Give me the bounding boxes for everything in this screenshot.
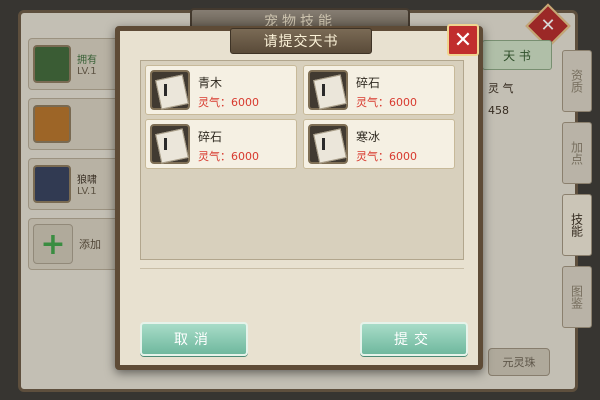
book-slot[interactable]: 寒冰 灵气：6000 — [303, 119, 455, 169]
book-name: 碎石 — [198, 130, 223, 144]
dialog-close-button[interactable]: ✕ — [447, 24, 479, 56]
book-lingqi: 灵气：6000 — [198, 150, 259, 163]
book-name: 寒冰 — [356, 130, 381, 144]
skill-book-icon — [308, 70, 348, 110]
book-grid: 青木 灵气：6000 碎石 灵气：6000 碎石 灵气：6000 寒冰 灵气：6… — [140, 60, 464, 260]
book-slot[interactable]: 碎石 灵气：6000 — [145, 119, 297, 169]
dialog-title: 请提交天书 — [230, 28, 372, 54]
close-icon: ✕ — [453, 27, 473, 53]
skill-book-icon — [150, 124, 190, 164]
book-name: 碎石 — [356, 76, 381, 90]
cancel-button[interactable]: 取消 — [140, 322, 248, 356]
skill-book-icon — [308, 124, 348, 164]
book-name: 青木 — [198, 76, 223, 90]
book-lingqi: 灵气：6000 — [198, 96, 259, 109]
book-slot[interactable]: 碎石 灵气：6000 — [303, 65, 455, 115]
submit-button[interactable]: 提交 — [360, 322, 468, 356]
skill-book-icon — [150, 70, 190, 110]
divider — [140, 268, 464, 269]
book-lingqi: 灵气：6000 — [356, 150, 417, 163]
book-slot[interactable]: 青木 灵气：6000 — [145, 65, 297, 115]
book-lingqi: 灵气：6000 — [356, 96, 417, 109]
